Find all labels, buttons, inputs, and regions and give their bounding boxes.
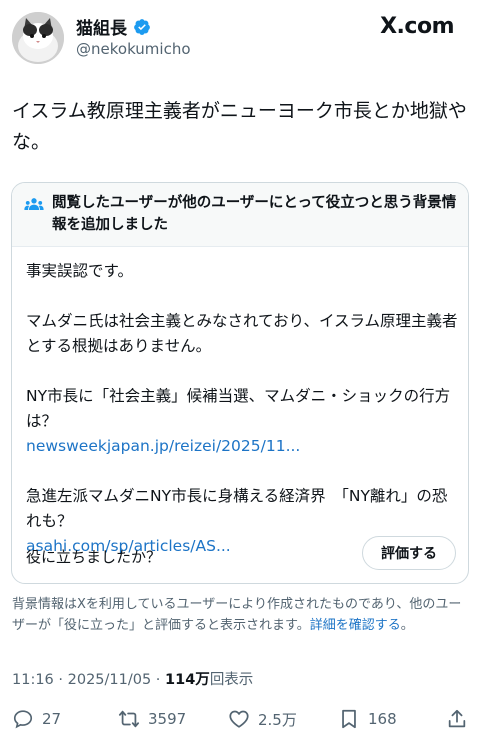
disclaimer-tail: 。 (400, 618, 414, 633)
note-rating-row: 役に立ちましたか？ 評価する (12, 535, 468, 583)
bookmark-button[interactable]: 168 (338, 708, 397, 730)
like-button[interactable]: 2.5万 (228, 708, 297, 730)
note-paragraph-text: マムダニ氏は社会主義とみなされており、イスラム原理主義者とする根拠はありません。 (26, 312, 458, 355)
people-icon (24, 198, 44, 210)
bookmark-icon (342, 709, 356, 729)
verified-badge-icon (134, 18, 150, 35)
like-icon (229, 710, 249, 728)
note-paragraph-text: NY市長に「社会主義」候補当選、マムダニ・ショックの行方は？ (26, 387, 451, 430)
learn-more-link[interactable]: 詳細を確認する (310, 618, 401, 633)
helpful-question: 役に立ちましたか？ (26, 548, 162, 566)
tweet-text: イスラム教原理主義者がニューヨーク市長とか地獄やな。 (12, 100, 467, 153)
note-paragraph: マムダニ氏は社会主義とみなされており、イスラム原理主義者とする根拠はありません。 (26, 309, 458, 359)
site-brand: X.com (380, 14, 454, 39)
note-paragraph: 事実誤認です。 (26, 259, 458, 284)
tweet-meta: 11:16 · 2025/11/05 · 114万回表示 (12, 668, 253, 689)
reply-button[interactable]: 27 (12, 708, 61, 730)
note-paragraph-text: 急進左派マムダニNY市長に身構える経済界 「NY離れ」の恐れも？ (26, 487, 448, 530)
author-display-name[interactable]: 猫組長 (76, 14, 127, 39)
note-paragraph-text: 事実誤認です。 (26, 262, 133, 280)
reply-icon (13, 710, 33, 729)
like-count: 2.5万 (258, 710, 297, 729)
views-label: 回表示 (209, 672, 254, 688)
reply-count: 27 (42, 710, 62, 728)
avatar[interactable] (12, 12, 64, 64)
meta-separator: · (53, 672, 68, 688)
bookmark-count: 168 (368, 710, 397, 728)
retweet-button[interactable]: 3597 (118, 708, 186, 730)
note-paragraph: NY市長に「社会主義」候補当選、マムダニ・ショックの行方は？ newsweekj… (26, 384, 458, 459)
community-note-header: 閲覧したユーザーが他のユーザーにとって役立つと思う背景情報を追加しました (12, 183, 468, 247)
rate-button[interactable]: 評価する (362, 536, 456, 570)
tweet-actions: 27 3597 2.5万 168 (0, 704, 480, 736)
x-logo-icon: X.com (380, 14, 454, 39)
community-note-title: 閲覧したユーザーが他のユーザーにとって役立つと思う背景情報を追加しました (52, 195, 457, 233)
share-button[interactable] (446, 708, 468, 730)
note-disclaimer: 背景情報はXを利用しているユーザーにより作成されたものであり、他のユーザーが「役… (12, 594, 472, 636)
author-handle[interactable]: @nekokumicho (76, 40, 191, 58)
note-source-link[interactable]: newsweekjapan.jp/reizei/2025/11... (26, 434, 458, 459)
retweet-count: 3597 (148, 710, 187, 728)
tweet-time[interactable]: 11:16 (12, 672, 54, 688)
tweet-header: 猫組長 @nekokumicho X.com (0, 0, 480, 80)
community-note-card: 閲覧したユーザーが他のユーザーにとって役立つと思う背景情報を追加しました 事実誤… (11, 182, 469, 584)
meta-separator: · (151, 672, 166, 688)
tweet-date[interactable]: 2025/11/05 (68, 672, 152, 688)
retweet-icon (118, 710, 140, 728)
cat-avatar-icon (12, 12, 64, 64)
share-icon (448, 709, 466, 728)
views-count: 114万 (165, 672, 210, 688)
author-name-row[interactable]: 猫組長 (76, 14, 151, 39)
